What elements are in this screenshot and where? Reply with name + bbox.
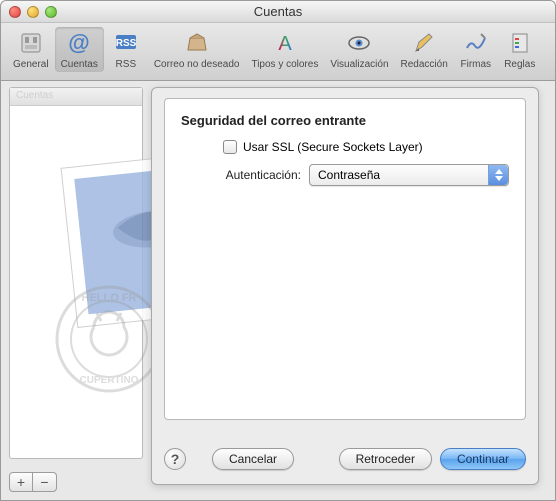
toolbar-rss[interactable]: RSS RSS: [104, 27, 148, 72]
toolbar-label: Tipos y colores: [251, 59, 318, 70]
toolbar-label: Reglas: [504, 59, 535, 70]
toolbar-label: Visualización: [330, 59, 388, 70]
auth-label: Autenticación:: [181, 168, 301, 182]
add-account-button[interactable]: +: [9, 472, 33, 492]
toolbar-viewing[interactable]: Visualización: [324, 27, 394, 72]
toolbar-general[interactable]: General: [7, 27, 55, 72]
sheet-button-row: ? Cancelar Retroceder Continuar: [164, 448, 526, 470]
preferences-window: Cuentas General @ Cuentas RSS RSS Correo…: [0, 0, 556, 501]
ssl-checkbox[interactable]: [223, 140, 237, 154]
signature-icon: [462, 29, 490, 57]
toolbar-rules[interactable]: Reglas: [498, 27, 542, 72]
add-remove-buttons: + −: [9, 472, 57, 492]
cancel-button[interactable]: Cancelar: [212, 448, 294, 470]
auth-row: Autenticación: Contraseña: [181, 164, 509, 186]
junk-icon: [183, 29, 211, 57]
toolbar: General @ Cuentas RSS RSS Correo no dese…: [1, 23, 555, 81]
help-button[interactable]: ?: [164, 448, 186, 470]
ssl-row: Usar SSL (Secure Sockets Layer): [181, 140, 509, 154]
select-arrows-icon: [488, 165, 508, 185]
toolbar-label: Firmas: [461, 59, 492, 70]
auth-value: Contraseña: [318, 168, 380, 182]
toolbar-label: Correo no deseado: [154, 59, 240, 70]
window-controls: [1, 6, 57, 18]
remove-account-button[interactable]: −: [33, 472, 57, 492]
at-icon: @: [65, 29, 93, 57]
titlebar: Cuentas: [1, 1, 555, 23]
toolbar-label: General: [13, 59, 49, 70]
svg-text:RSS: RSS: [116, 38, 137, 49]
auth-select[interactable]: Contraseña: [309, 164, 509, 186]
continue-button[interactable]: Continuar: [440, 448, 526, 470]
content-area: Cuentas HELLO FR CUPERTINO Seguridad del…: [1, 81, 555, 500]
zoom-window-button[interactable]: [45, 6, 57, 18]
toolbar-junk[interactable]: Correo no deseado: [148, 27, 246, 72]
toolbar-fonts[interactable]: A Tipos y colores: [245, 27, 324, 72]
sidebar-header: Cuentas: [10, 88, 142, 106]
minimize-window-button[interactable]: [27, 6, 39, 18]
toolbar-label: Cuentas: [61, 59, 98, 70]
pencil-icon: [410, 29, 438, 57]
eye-icon: [345, 29, 373, 57]
rules-icon: [506, 29, 534, 57]
close-window-button[interactable]: [9, 6, 21, 18]
toolbar-label: RSS: [116, 59, 137, 70]
toolbar-composing[interactable]: Redacción: [395, 27, 454, 72]
window-title: Cuentas: [1, 4, 555, 19]
sheet-content: Seguridad del correo entrante Usar SSL (…: [164, 98, 526, 420]
svg-text:@: @: [68, 30, 89, 55]
svg-text:A: A: [278, 33, 292, 55]
toolbar-accounts[interactable]: @ Cuentas: [55, 27, 104, 72]
fonts-icon: A: [271, 29, 299, 57]
rss-icon: RSS: [112, 29, 140, 57]
svg-text:CUPERTINO: CUPERTINO: [80, 375, 139, 386]
switches-icon: [17, 29, 45, 57]
back-button[interactable]: Retroceder: [339, 448, 432, 470]
toolbar-label: Redacción: [401, 59, 448, 70]
svg-text:HELLO FR: HELLO FR: [82, 292, 137, 304]
sheet-heading: Seguridad del correo entrante: [181, 113, 509, 128]
setup-sheet: Seguridad del correo entrante Usar SSL (…: [151, 87, 539, 485]
toolbar-signatures[interactable]: Firmas: [454, 27, 498, 72]
ssl-label: Usar SSL (Secure Sockets Layer): [243, 140, 423, 154]
